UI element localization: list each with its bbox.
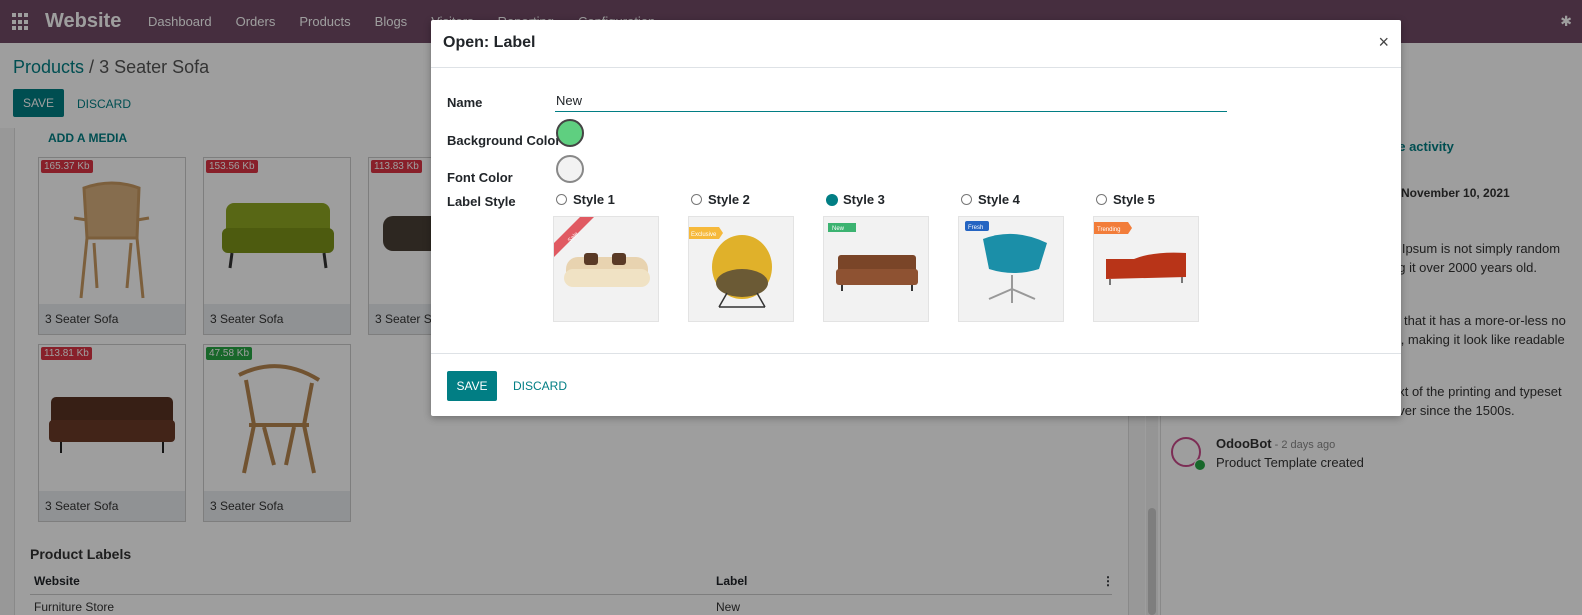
style-5-label: Style 5 [1113, 192, 1155, 207]
style-1-label: Style 1 [573, 192, 615, 207]
style-5-radio[interactable] [1096, 194, 1107, 205]
style-5-ribbon-text: Trending [1097, 227, 1120, 233]
font-color-label: Font Color [447, 170, 513, 185]
style-3-ribbon-text: New [832, 226, 845, 232]
style-1-radio[interactable] [556, 194, 567, 205]
background-color-swatch[interactable] [556, 119, 584, 147]
background-color-label: Background Color [447, 133, 561, 148]
style-3-label: Style 3 [843, 192, 885, 207]
style-2-label: Style 2 [708, 192, 750, 207]
dialog-footer: SAVE DISCARD [431, 353, 1401, 417]
style-2-radio[interactable] [691, 194, 702, 205]
dialog-discard-button[interactable]: DISCARD [513, 379, 567, 393]
dialog-save-button[interactable]: SAVE [447, 371, 497, 401]
style-4-ribbon-text: Fresh [968, 225, 983, 231]
style-1-preview[interactable]: Sale [553, 216, 659, 322]
style-4-label: Style 4 [978, 192, 1020, 207]
style-5-preview[interactable]: Trending [1093, 216, 1199, 322]
label-style-label: Label Style [447, 194, 516, 209]
label-dialog: Open: Label × Name Background Color Font… [431, 20, 1401, 416]
style-3-preview[interactable]: New [823, 216, 929, 322]
style-2-preview[interactable]: Exclusive [688, 216, 794, 322]
close-icon[interactable]: × [1378, 32, 1389, 53]
name-field-label: Name [447, 95, 483, 110]
font-color-swatch[interactable] [556, 155, 584, 183]
dialog-title: Open: Label [443, 34, 536, 51]
dialog-header: Open: Label × [431, 20, 1401, 68]
style-2-ribbon-text: Exclusive [691, 232, 717, 238]
name-input[interactable] [555, 90, 1227, 112]
style-3-radio-checked[interactable] [826, 194, 838, 206]
style-4-preview[interactable]: Fresh [958, 216, 1064, 322]
style-4-radio[interactable] [961, 194, 972, 205]
